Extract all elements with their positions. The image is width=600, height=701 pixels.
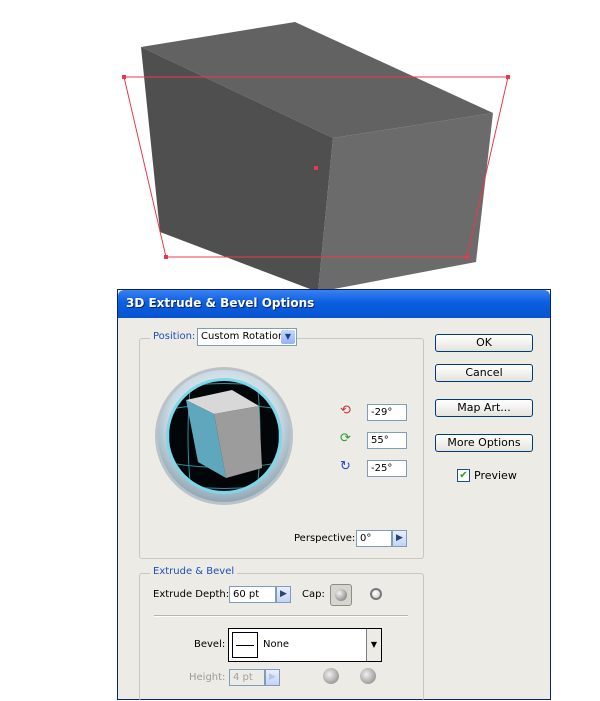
map-art-button[interactable]: Map Art... bbox=[435, 399, 533, 417]
ok-button[interactable]: OK bbox=[435, 334, 533, 352]
extrude-bevel-dialog: 3D Extrude & Bevel Options Position: Cus… bbox=[117, 289, 551, 701]
z-rotation-input[interactable]: -25° bbox=[367, 460, 407, 477]
height-input[interactable]: 4 pt bbox=[229, 669, 265, 686]
extrude-bevel-legend: Extrude & Bevel bbox=[150, 566, 238, 577]
z-axis-rotation-icon: ↻ bbox=[340, 459, 351, 474]
separator bbox=[154, 615, 408, 617]
title-bar[interactable]: 3D Extrude & Bevel Options bbox=[118, 290, 550, 318]
extrude-depth-label: Extrude Depth: bbox=[153, 589, 230, 600]
height-label: Height: bbox=[189, 672, 226, 683]
perspective-input[interactable]: 0° bbox=[356, 530, 392, 547]
position-select-value: Custom Rotation bbox=[201, 331, 285, 342]
x-axis-rotation-icon: ⟲ bbox=[340, 403, 351, 418]
dialog-title: 3D Extrude & Bevel Options bbox=[126, 296, 315, 310]
cancel-button[interactable]: Cancel bbox=[435, 364, 533, 382]
chevron-down-icon[interactable]: ▼ bbox=[281, 330, 295, 344]
box-right-face bbox=[318, 113, 493, 292]
selection-handle[interactable] bbox=[164, 255, 168, 259]
x-rotation-input[interactable]: -29° bbox=[367, 404, 407, 421]
chevron-down-icon[interactable]: ▼ bbox=[366, 629, 381, 661]
perspective-label: Perspective: bbox=[294, 533, 356, 544]
position-label: Position: bbox=[150, 331, 199, 342]
cap-off-button[interactable] bbox=[366, 584, 388, 606]
height-slider-button[interactable]: ▶ bbox=[265, 669, 280, 686]
artwork-canvas[interactable] bbox=[0, 0, 600, 300]
bevel-select[interactable]: None ▼ bbox=[228, 628, 382, 662]
cap-label: Cap: bbox=[302, 589, 325, 600]
more-options-button[interactable]: More Options bbox=[435, 434, 533, 452]
y-rotation-input[interactable]: 55° bbox=[367, 432, 407, 449]
y-axis-rotation-icon: ⟳ bbox=[340, 431, 351, 446]
extrude-depth-slider-button[interactable]: ▶ bbox=[276, 586, 291, 603]
rotation-trackball[interactable] bbox=[154, 366, 294, 506]
perspective-slider-button[interactable]: ▶ bbox=[392, 530, 407, 547]
selection-handle[interactable] bbox=[465, 255, 469, 259]
cap-on-icon bbox=[335, 589, 347, 601]
cap-off-icon bbox=[370, 588, 382, 600]
bevel-extent-out-icon[interactable] bbox=[323, 668, 339, 684]
bevel-select-value: None bbox=[263, 639, 290, 650]
bevel-preview-icon bbox=[232, 632, 258, 658]
bevel-extent-in-icon[interactable] bbox=[360, 668, 376, 684]
selection-handle[interactable] bbox=[506, 75, 510, 79]
selection-handle[interactable] bbox=[122, 75, 126, 79]
cap-on-button[interactable] bbox=[330, 584, 352, 606]
preview-label: Preview bbox=[474, 469, 517, 482]
bevel-label: Bevel: bbox=[194, 639, 226, 650]
extrude-depth-input[interactable]: 60 pt bbox=[229, 586, 276, 603]
selection-center-point bbox=[314, 166, 318, 170]
preview-checkbox[interactable]: ✔ bbox=[457, 469, 470, 482]
position-select[interactable]: Custom Rotation ▼ bbox=[197, 328, 297, 346]
